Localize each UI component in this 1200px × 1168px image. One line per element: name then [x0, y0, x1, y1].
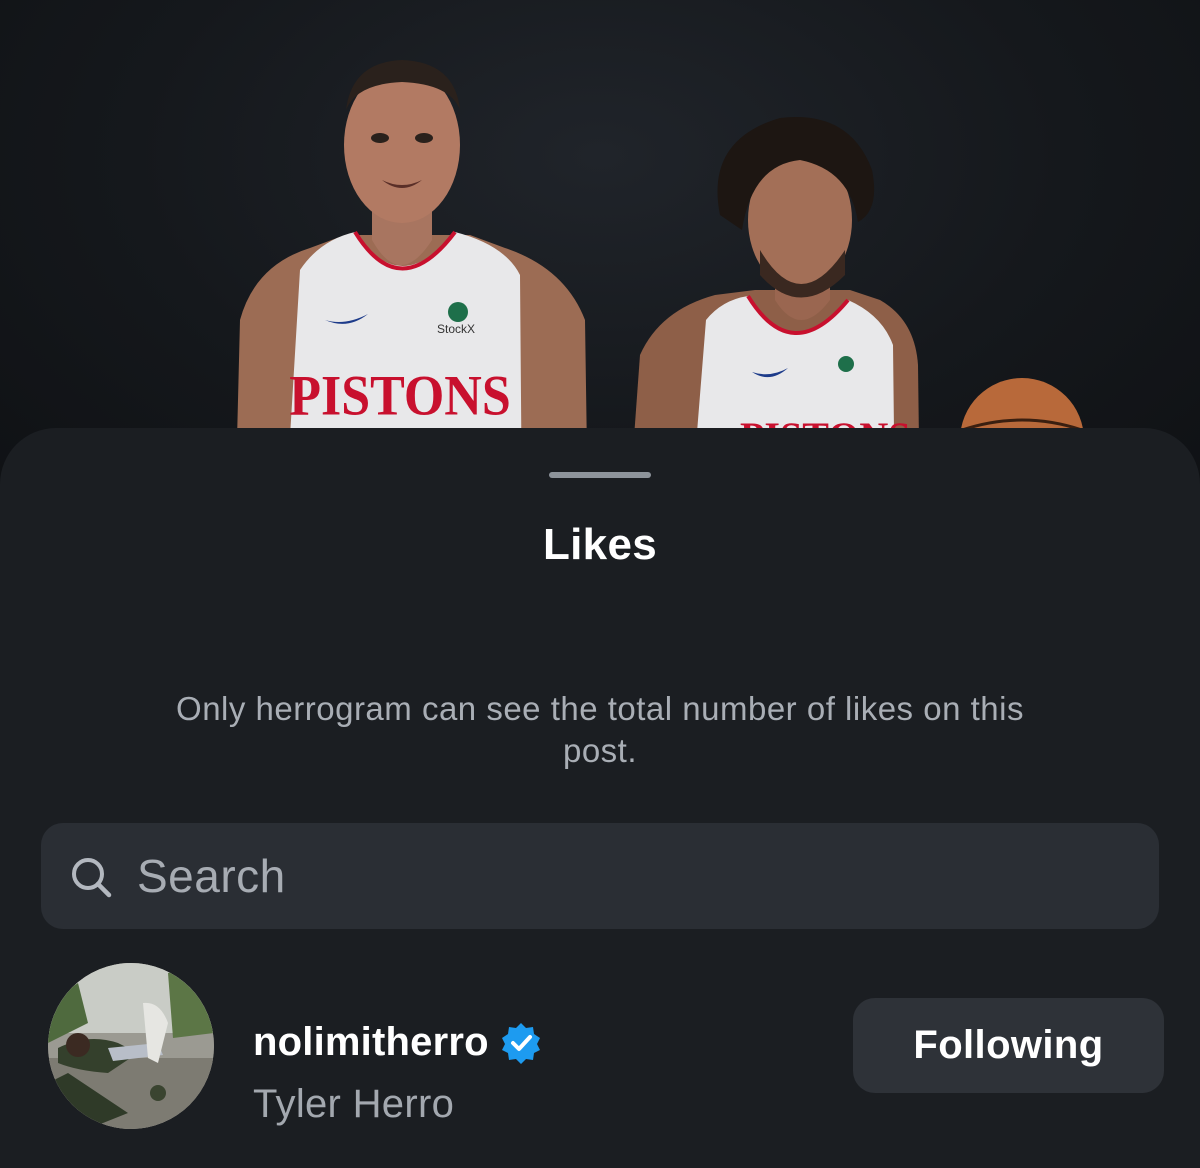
search-input[interactable]	[137, 823, 1137, 929]
username[interactable]: nolimitherro	[253, 1020, 489, 1065]
search-icon	[72, 858, 112, 898]
avatar[interactable]	[48, 963, 214, 1129]
verified-badge-icon	[501, 1022, 540, 1064]
sheet-title: Likes	[542, 520, 657, 569]
username-line: nolimitherro	[253, 1020, 543, 1065]
following-button[interactable]: Following	[853, 998, 1164, 1093]
likes-list-item[interactable]: nolimitherro Tyler Herro Following	[0, 958, 1200, 1138]
jersey-sponsor-left: StockX	[437, 322, 475, 336]
full-name: Tyler Herro	[253, 1082, 455, 1126]
avatar-image	[48, 963, 214, 1129]
sheet-grabber-handle[interactable]	[549, 472, 651, 478]
likes-sheet: Likes Only herrogram can see the total n…	[0, 428, 1200, 1168]
jersey-text-left: PISTONS	[289, 363, 511, 427]
likes-privacy-note: Only herrogram can see the total number …	[176, 690, 1024, 769]
search-bar[interactable]	[41, 823, 1159, 929]
likes-screen: StockX PISTONS PISTONS	[0, 0, 1200, 1168]
